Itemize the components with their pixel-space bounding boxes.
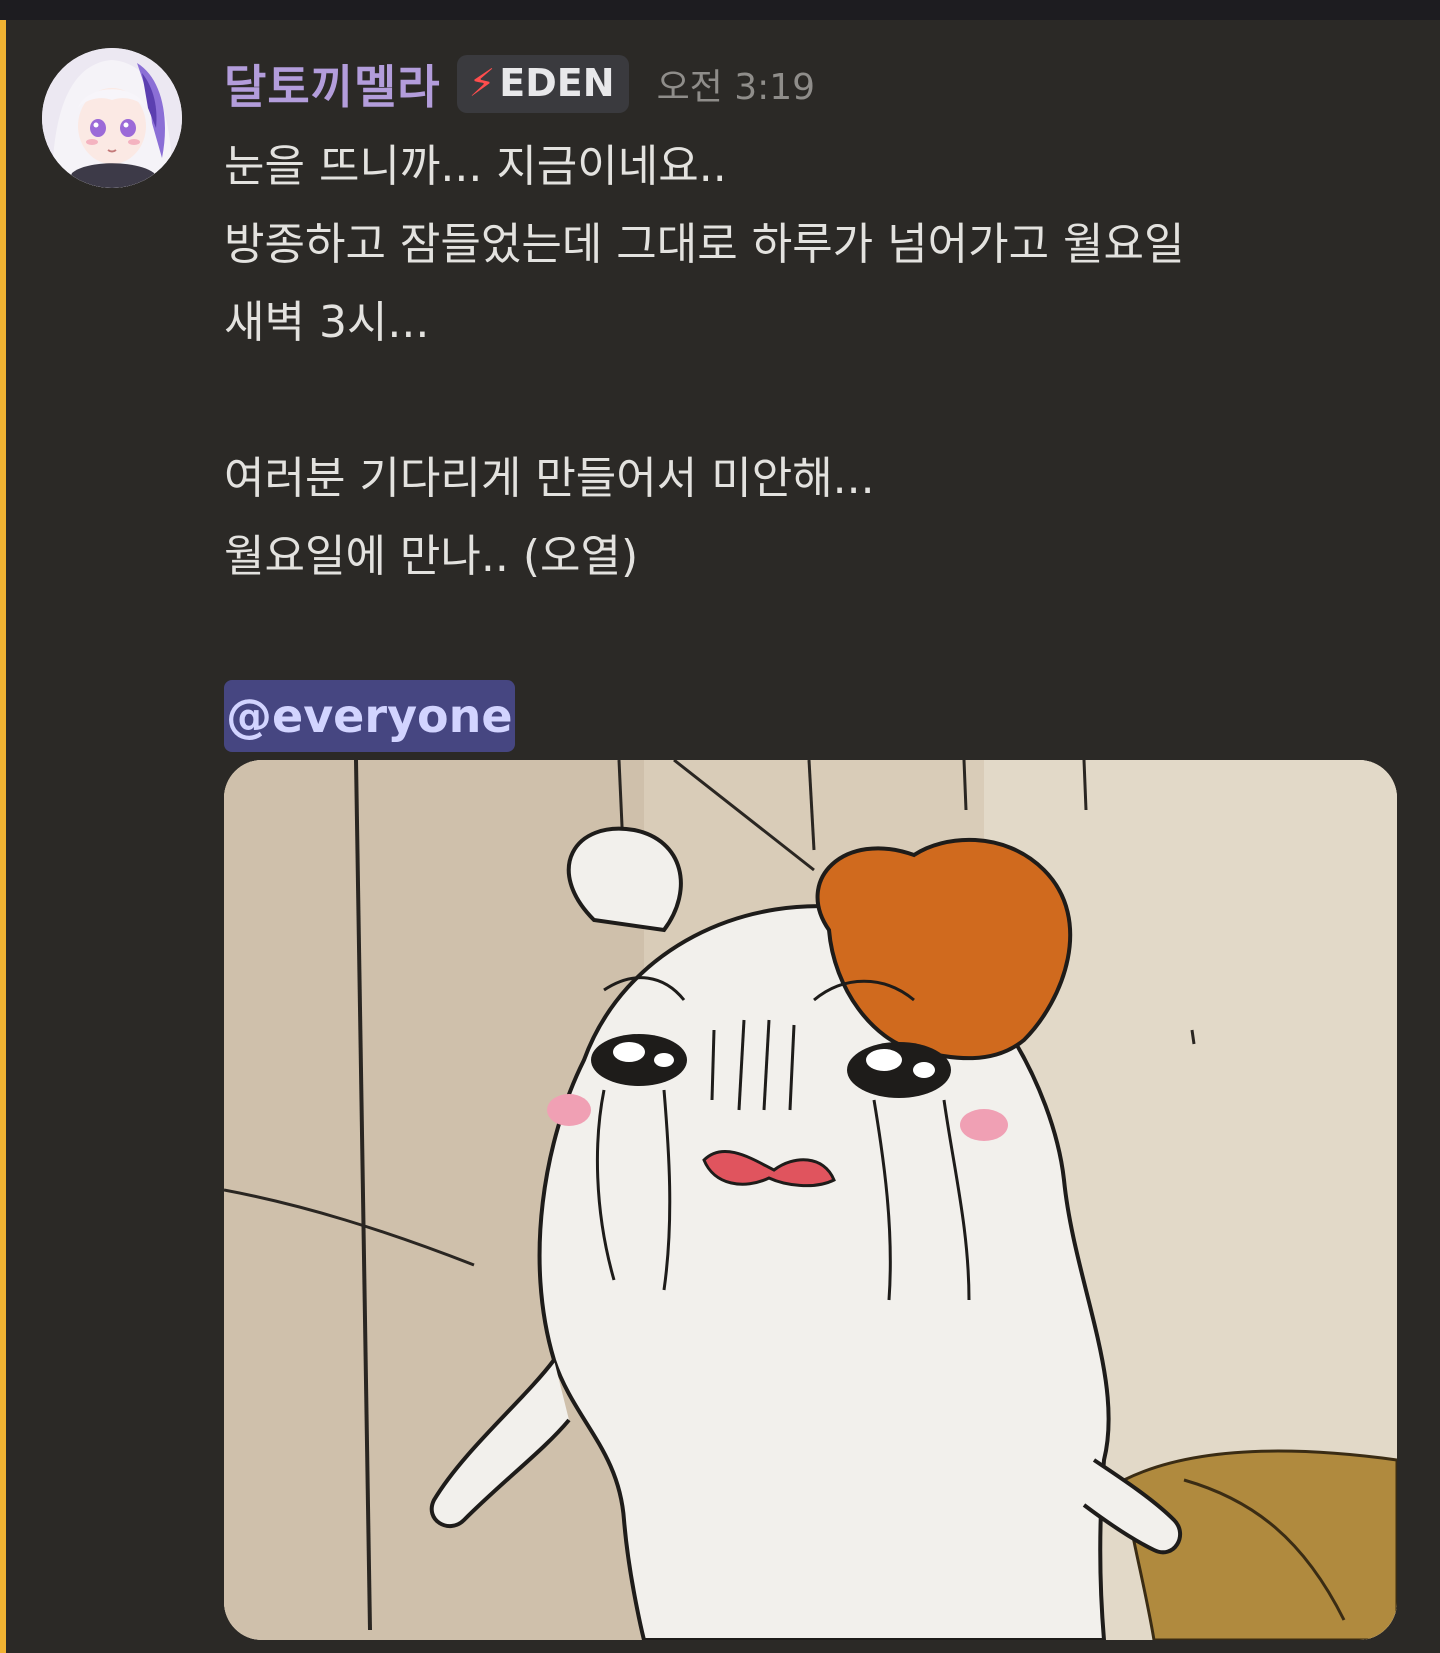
message-line: 여러분 기다리게 만들어서 미안해... <box>224 453 875 504</box>
message-header: 달토끼멜라 ⚡ EDEN 오전 3:19 <box>224 48 815 120</box>
role-tag-label: EDEN <box>499 61 615 105</box>
message-line: 월요일에 만나.. (오열) <box>224 531 639 582</box>
message-line: 방종하고 잠들었는데 그대로 하루가 넘어가고 월요일 <box>224 219 1185 270</box>
chat-message[interactable]: 달토끼멜라 ⚡ EDEN 오전 3:19 눈을 뜨니까... 지금이네요.. 방… <box>0 20 1440 1653</box>
image-attachment[interactable] <box>224 760 1397 1640</box>
username[interactable]: 달토끼멜라 <box>224 51 441 117</box>
message-line: 눈을 뜨니까... 지금이네요.. <box>224 141 727 192</box>
role-tag[interactable]: ⚡ EDEN <box>456 55 629 113</box>
message-line: 새벽 3시... <box>224 297 430 348</box>
lightning-icon: ⚡ <box>468 61 496 105</box>
message-content: 눈을 뜨니까... 지금이네요.. 방종하고 잠들었는데 그대로 하루가 넘어가… <box>224 128 1404 757</box>
top-bar <box>0 0 1440 20</box>
crying-hamster-cartoon-icon <box>224 760 1397 1640</box>
anime-girl-avatar-icon <box>42 48 182 188</box>
timestamp[interactable]: 오전 3:19 <box>657 58 816 110</box>
user-avatar[interactable] <box>42 48 182 188</box>
everyone-mention[interactable]: @everyone <box>224 680 515 752</box>
